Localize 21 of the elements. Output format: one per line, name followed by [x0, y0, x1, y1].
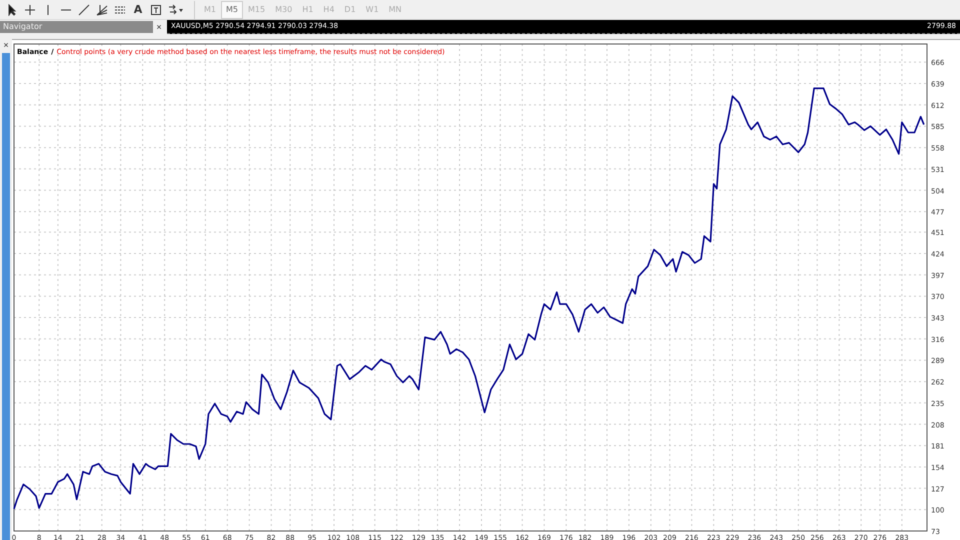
- channel-icon: [114, 4, 126, 16]
- timeframe-button[interactable]: H1: [297, 0, 318, 18]
- timeframe-button[interactable]: M5: [221, 0, 243, 18]
- text-label-icon: [150, 4, 162, 16]
- text-tool-label: A: [134, 3, 142, 16]
- cursor-icon: [6, 4, 18, 16]
- timeframe-button[interactable]: W1: [360, 0, 384, 18]
- close-button[interactable]: ×: [0, 39, 12, 51]
- timeframe-button[interactable]: M30: [270, 0, 298, 18]
- timeframe-button[interactable]: MN: [384, 0, 407, 18]
- trend-line-icon: [78, 4, 90, 16]
- timeframe-button[interactable]: D1: [339, 0, 361, 18]
- navigator-title-bar: Navigator: [0, 20, 153, 32]
- timeframe-button[interactable]: M1: [199, 0, 221, 18]
- timeframe-button[interactable]: M15: [243, 0, 270, 18]
- crosshair-icon: [24, 4, 36, 16]
- close-button[interactable]: ×: [153, 20, 165, 32]
- timeframe-button[interactable]: H4: [318, 0, 340, 18]
- fan-lines-icon: [96, 4, 108, 16]
- toolbar-button[interactable]: A: [130, 0, 146, 18]
- arrows-dropdown-icon: [168, 4, 184, 16]
